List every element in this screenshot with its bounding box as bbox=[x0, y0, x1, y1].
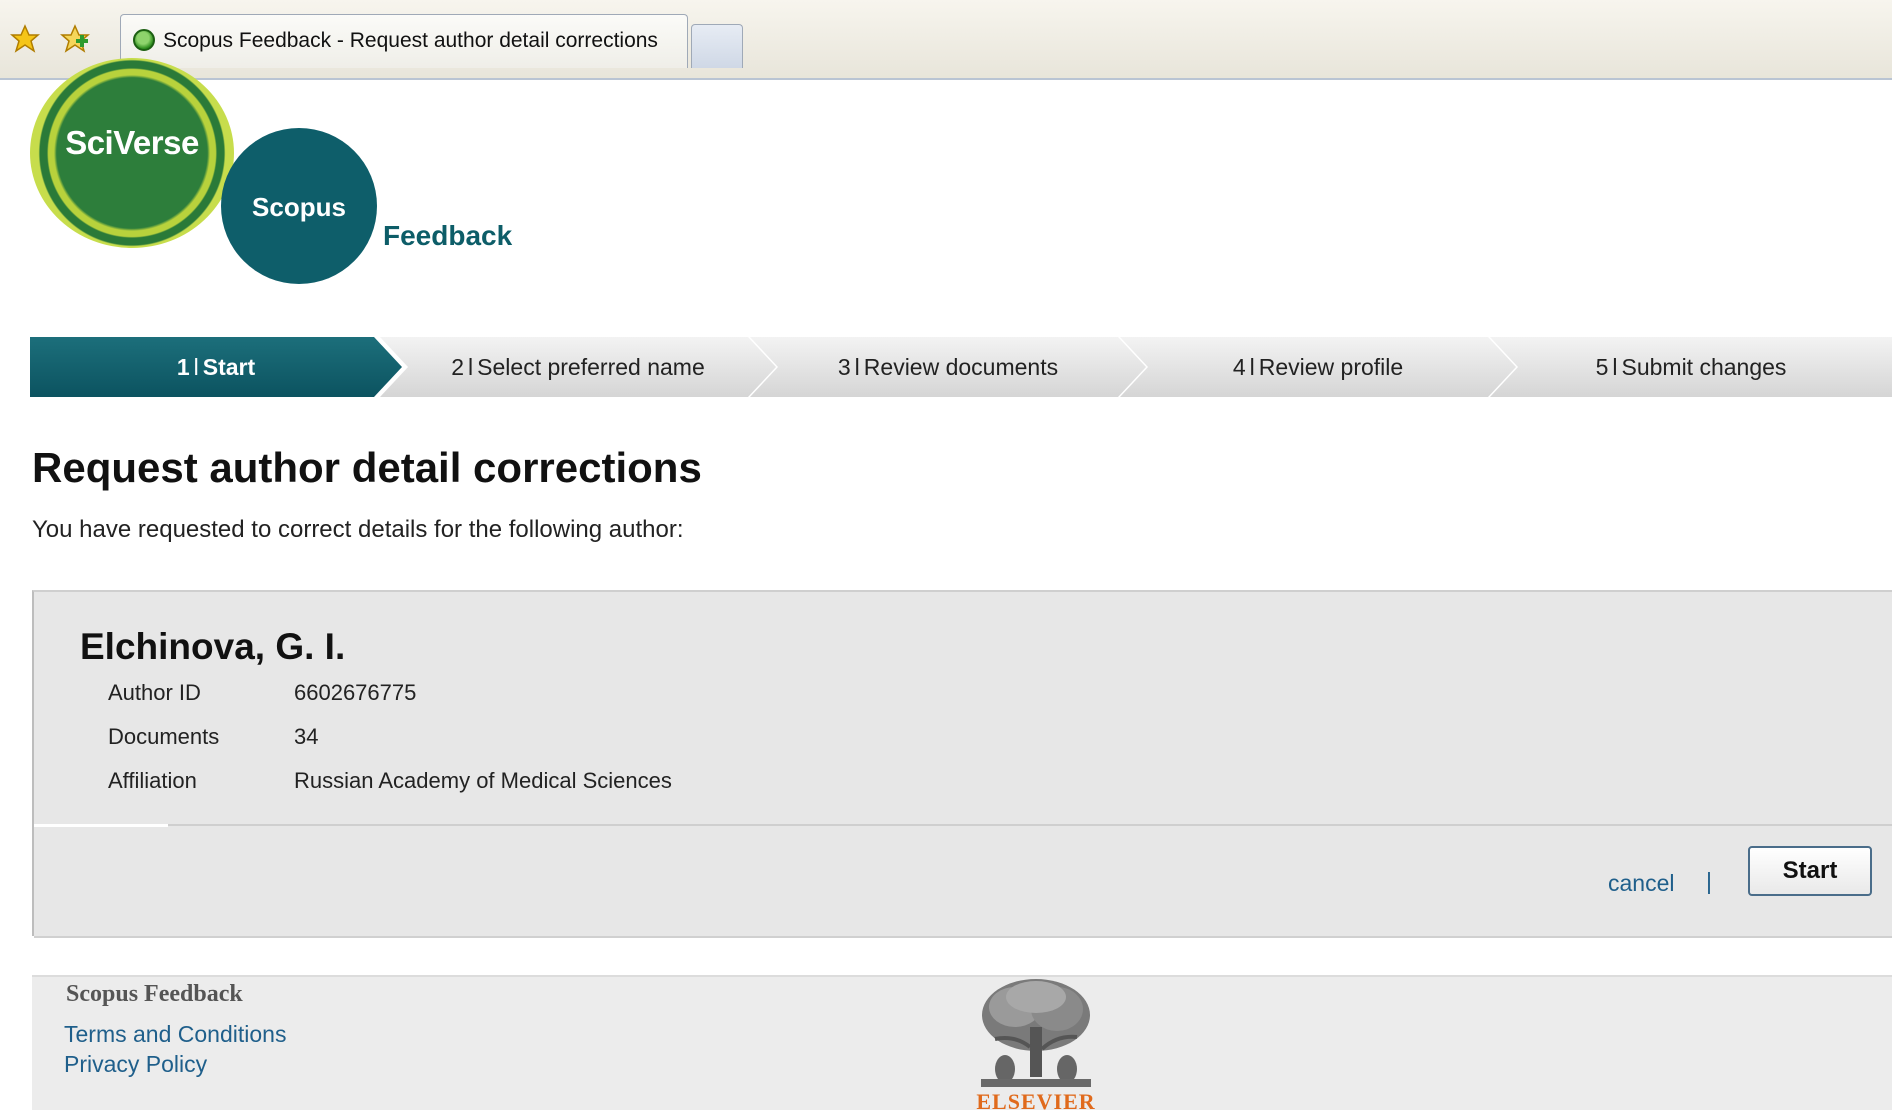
site-favicon-icon bbox=[133, 29, 155, 51]
step-2: 2 l Select preferred name bbox=[380, 337, 776, 397]
author-name: Elchinova, G. I. bbox=[80, 626, 346, 667]
affiliation-label: Affiliation bbox=[108, 768, 197, 793]
scopus-logo-text: Scopus bbox=[252, 192, 346, 222]
step-label: Select preferred name bbox=[477, 353, 705, 380]
cancel-link[interactable]: cancel bbox=[1608, 870, 1674, 897]
privacy-link[interactable]: Privacy Policy bbox=[64, 1051, 207, 1078]
browser-tab-bar: Scopus Feedback - Request author detail … bbox=[0, 0, 1892, 80]
action-separator: | bbox=[1706, 868, 1712, 894]
step-separator: l bbox=[468, 353, 474, 380]
page-title: Request author detail corrections bbox=[32, 444, 702, 491]
footer: Scopus Feedback Terms and Conditions Pri… bbox=[32, 975, 1892, 1114]
step-separator: l bbox=[193, 353, 199, 380]
start-button[interactable]: Start bbox=[1748, 846, 1872, 896]
elsevier-logo: ELSEVIER bbox=[975, 977, 1097, 1114]
terms-link[interactable]: Terms and Conditions bbox=[64, 1021, 286, 1048]
browser-tab-active[interactable]: Scopus Feedback - Request author detail … bbox=[120, 14, 688, 68]
author-details-panel: Elchinova, G. I. Author ID 6602676775 Do… bbox=[32, 590, 1892, 938]
documents-value: 34 bbox=[294, 724, 319, 749]
add-favorite-icon[interactable] bbox=[60, 24, 90, 54]
panel-divider-highlight bbox=[34, 824, 168, 827]
step-separator: l bbox=[854, 353, 860, 380]
step-number: 3 bbox=[837, 353, 851, 380]
sciverse-logo-text: SciVerse bbox=[65, 124, 199, 161]
panel-divider bbox=[34, 824, 1892, 826]
elsevier-tree-icon bbox=[975, 977, 1097, 1089]
step-5: 5 l Submit changes bbox=[1490, 337, 1892, 397]
star-icon[interactable] bbox=[10, 24, 40, 54]
progress-steps: 1 l Start 2 l Select preferred name 3 l … bbox=[30, 337, 1892, 397]
step-number: 2 bbox=[451, 353, 465, 380]
scopus-logo: Scopus bbox=[221, 128, 377, 284]
elsevier-wordmark: ELSEVIER bbox=[976, 1089, 1096, 1114]
footer-title: Scopus Feedback bbox=[66, 981, 243, 1007]
step-separator: l bbox=[1249, 353, 1255, 380]
feedback-heading: Feedback bbox=[383, 220, 513, 251]
step-number: 4 bbox=[1232, 353, 1246, 380]
step-number: 5 bbox=[1595, 353, 1609, 380]
step-separator: l bbox=[1612, 353, 1618, 380]
documents-label: Documents bbox=[108, 724, 220, 749]
new-tab-button[interactable] bbox=[691, 24, 743, 68]
step-3: 3 l Review documents bbox=[750, 337, 1146, 397]
panel-bottom-border bbox=[34, 936, 1892, 938]
sciverse-logo: SciVerse bbox=[30, 58, 234, 248]
step-number: 1 bbox=[176, 353, 190, 380]
author-id-label: Author ID bbox=[108, 680, 201, 705]
browser-tab-title: Scopus Feedback - Request author detail … bbox=[163, 29, 658, 52]
step-label: Review documents bbox=[863, 353, 1059, 380]
step-label: Review profile bbox=[1258, 353, 1404, 380]
step-label: Start bbox=[202, 353, 256, 380]
step-label: Submit changes bbox=[1621, 353, 1787, 380]
affiliation-value: Russian Academy of Medical Sciences bbox=[294, 768, 672, 793]
step-1: 1 l Start bbox=[30, 337, 402, 397]
page-subtitle: You have requested to correct details fo… bbox=[32, 516, 684, 543]
step-4: 4 l Review profile bbox=[1120, 337, 1516, 397]
author-id-value: 6602676775 bbox=[294, 680, 417, 705]
